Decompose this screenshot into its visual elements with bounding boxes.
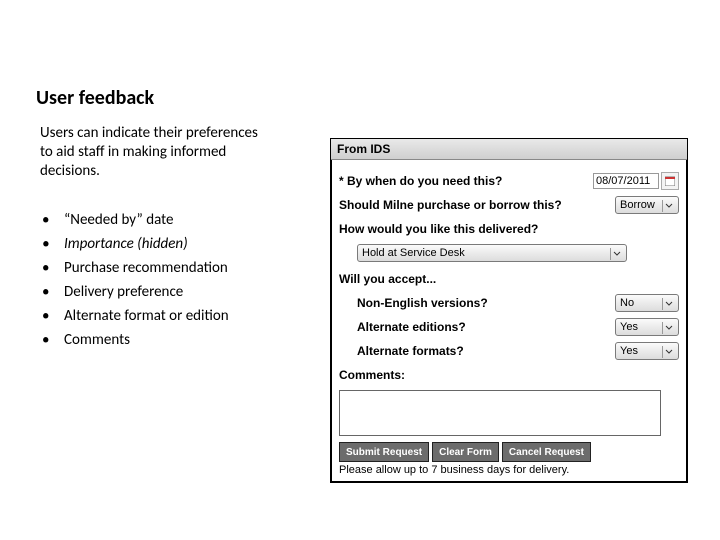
select-value: Hold at Service Desk: [362, 247, 465, 259]
delivery-note: Please allow up to 7 business days for d…: [339, 464, 679, 476]
need-by-date-input[interactable]: [593, 173, 659, 189]
chevron-down-icon: [662, 298, 675, 310]
clear-form-button[interactable]: Clear Form: [432, 442, 499, 462]
list-item: Delivery preference: [40, 280, 290, 304]
comments-textarea[interactable]: [339, 390, 661, 436]
bullet-list: “Needed by” date Importance (hidden) Pur…: [40, 208, 290, 352]
form-screenshot: From IDS * By when do you need this? Sho…: [330, 138, 688, 483]
label-nonenglish: Non-English versions?: [357, 296, 615, 310]
select-value: Yes: [620, 345, 638, 357]
list-item: “Needed by” date: [40, 208, 290, 232]
alteditions-select[interactable]: Yes: [615, 318, 679, 336]
select-value: Borrow: [620, 199, 655, 211]
label-comments: Comments:: [339, 368, 679, 382]
label-need-by: * By when do you need this?: [339, 174, 593, 188]
chevron-down-icon: [662, 346, 675, 358]
label-purchase: Should Milne purchase or borrow this?: [339, 198, 615, 212]
delivery-select[interactable]: Hold at Service Desk: [357, 244, 627, 262]
list-item: Comments: [40, 328, 290, 352]
select-value: No: [620, 297, 634, 309]
list-item: Alternate format or edition: [40, 304, 290, 328]
list-item: Purchase recommendation: [40, 256, 290, 280]
label-alteditions: Alternate editions?: [357, 320, 615, 334]
list-item: Importance (hidden): [40, 232, 290, 256]
chevron-down-icon: [610, 248, 623, 260]
cancel-request-button[interactable]: Cancel Request: [502, 442, 591, 462]
label-delivery: How would you like this delivered?: [339, 222, 679, 236]
label-altformats: Alternate formats?: [357, 344, 615, 358]
chevron-down-icon: [662, 322, 675, 334]
select-value: Yes: [620, 321, 638, 333]
chevron-down-icon: [662, 200, 675, 212]
submit-request-button[interactable]: Submit Request: [339, 442, 429, 462]
nonenglish-select[interactable]: No: [615, 294, 679, 312]
intro-text: Users can indicate their preferences to …: [40, 124, 270, 180]
page-title: User feedback: [36, 86, 154, 110]
label-accept: Will you accept...: [339, 272, 679, 286]
altformats-select[interactable]: Yes: [615, 342, 679, 360]
form-header: From IDS: [331, 139, 687, 160]
purchase-select[interactable]: Borrow: [615, 196, 679, 214]
calendar-icon[interactable]: [661, 172, 679, 190]
